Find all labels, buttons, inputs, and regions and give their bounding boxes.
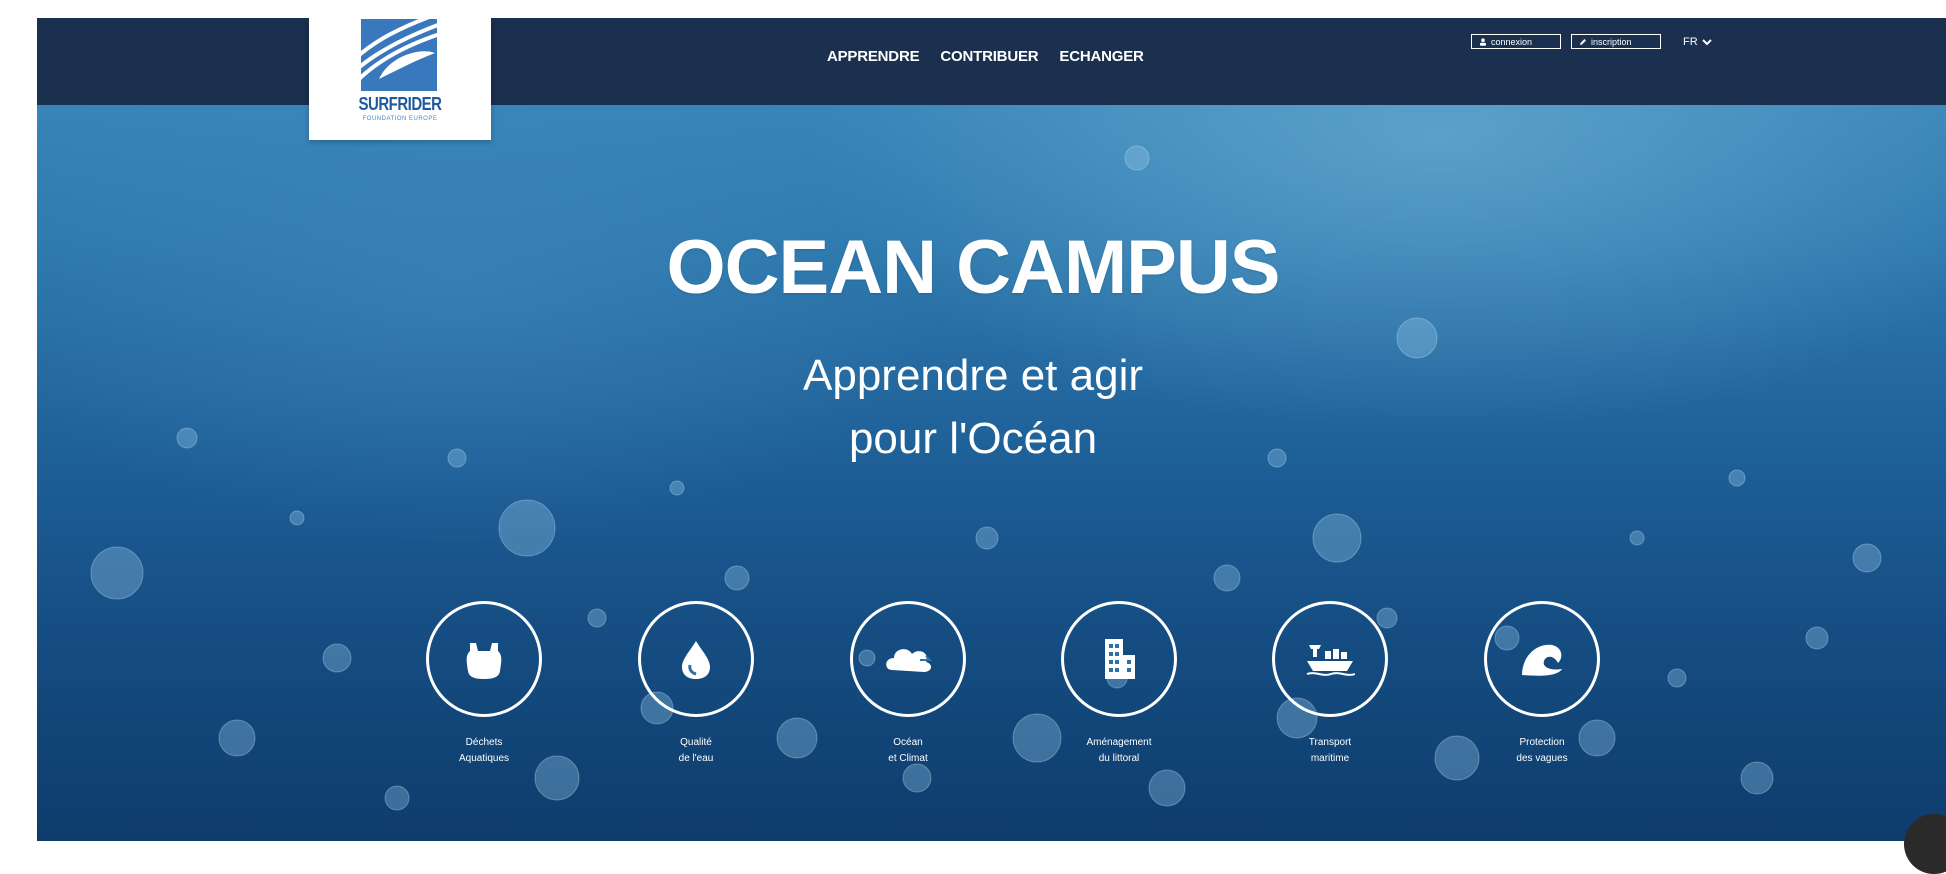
wave-icon (1522, 644, 1562, 676)
theme-circle (850, 601, 966, 717)
theme-circle (1272, 601, 1388, 717)
cargo-ship-icon (1306, 645, 1355, 676)
theme-label: Aménagement du littoral (1086, 737, 1152, 764)
theme-dechets[interactable]: Déchets Aquatiques (409, 601, 559, 767)
plastic-bag-icon (466, 643, 502, 679)
water-drop-icon (682, 641, 710, 679)
cloud-icon (886, 649, 933, 672)
theme-circle (1061, 601, 1177, 717)
theme-amenagement[interactable]: Aménagement du littoral (1044, 601, 1194, 767)
theme-label: Protection des vagues (1516, 737, 1568, 764)
theme-transport-maritime[interactable]: Transport maritime (1255, 601, 1405, 767)
theme-circle (638, 601, 754, 717)
theme-protection-vagues[interactable]: Protection des vagues (1467, 601, 1617, 767)
theme-label: Qualité de l'eau (678, 737, 714, 764)
theme-qualite-eau[interactable]: Qualité de l'eau (621, 601, 771, 767)
theme-ocean-climat[interactable]: Océan et Climat (833, 601, 983, 767)
theme-label: Déchets Aquatiques (458, 737, 510, 764)
theme-label: Transport maritime (1308, 737, 1352, 764)
building-icon (1105, 639, 1135, 679)
theme-list: Déchets Aquatiques Qualité de l'eau Océa… (0, 0, 1946, 841)
theme-label: Océan et Climat (888, 737, 928, 764)
theme-circle (1484, 601, 1600, 717)
theme-circle (426, 601, 542, 717)
